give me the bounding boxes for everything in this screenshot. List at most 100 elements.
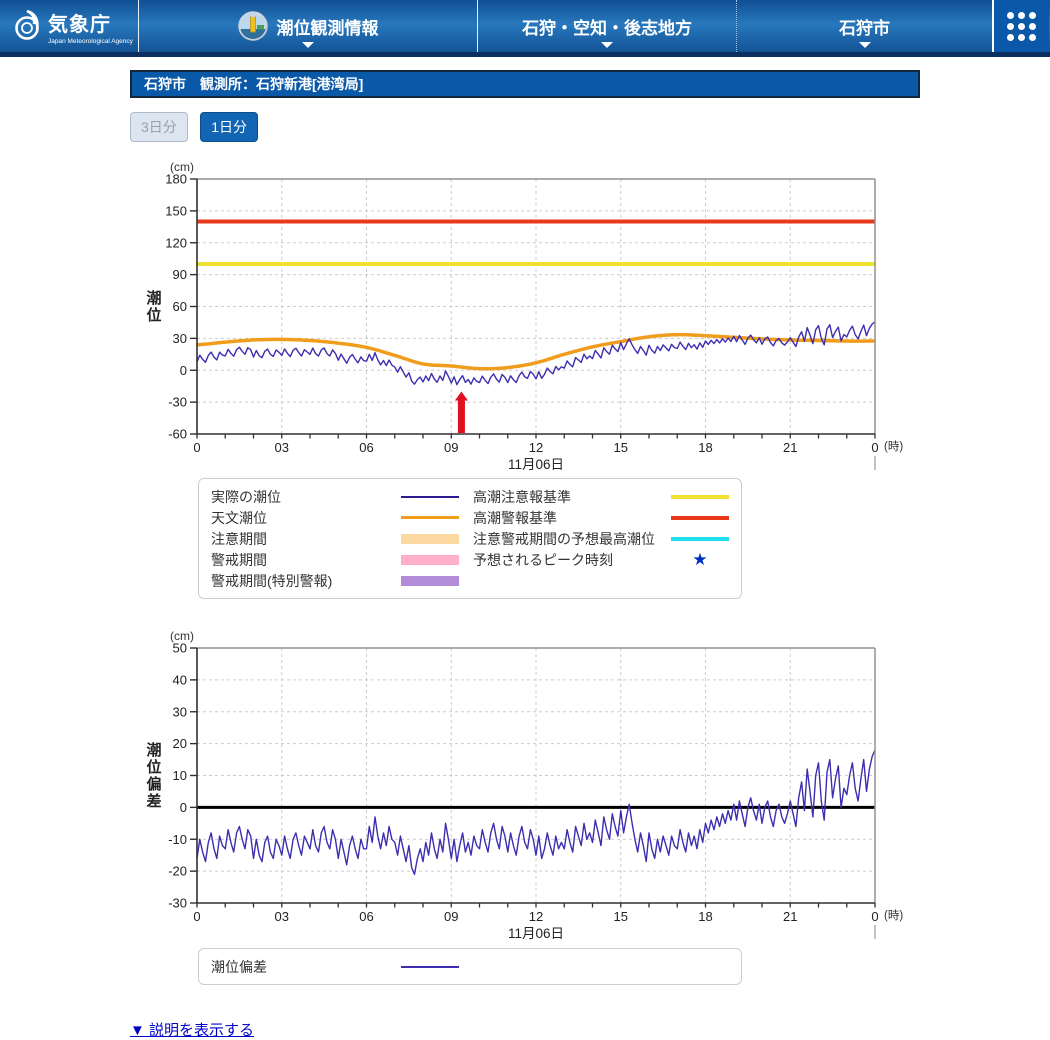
y-axis-title-char: 位	[146, 306, 161, 324]
nav-tide-observation-label: 潮位観測情報	[277, 14, 379, 39]
y-tick-label: 0	[180, 363, 187, 378]
x-tick-label: 0	[193, 440, 200, 455]
legend-item: 警戒期間	[211, 550, 459, 569]
legend-label: 警戒期間(特別警報)	[211, 571, 401, 591]
jma-logo-title: 気象庁	[48, 8, 133, 37]
y-tick-label: 40	[173, 672, 187, 687]
y-axis-title-char: 偏	[146, 775, 161, 793]
y-tick-label: -60	[168, 427, 187, 442]
chevron-down-icon	[859, 42, 871, 48]
x-tick-label: 21	[783, 909, 797, 924]
range-1day-button[interactable]: 1日分	[200, 112, 258, 142]
nav-region-selector[interactable]: 石狩・空知・後志地方	[478, 0, 737, 52]
jma-logo-icon	[8, 6, 48, 46]
x-tick-label: 09	[444, 440, 458, 455]
legend-item: 注意期間	[211, 529, 459, 548]
tide-gauge-icon	[238, 11, 268, 41]
deviation-swatch	[401, 966, 459, 968]
station-title-text: 石狩市 観測所：石狩新港[港湾局]	[144, 74, 363, 94]
y-unit-label: (cm)	[170, 160, 194, 174]
legend-item: 高潮警報基準	[473, 508, 729, 527]
show-description-link[interactable]: ▼ 説明を表示する	[130, 1019, 254, 1040]
legend-label: 実際の潮位	[211, 487, 401, 507]
legend-item: 高潮注意報基準	[473, 487, 729, 506]
legend-label: 注意警戒期間の予想最高潮位	[473, 529, 671, 549]
peak-time-star-icon: ★	[671, 551, 729, 568]
station-title-bar: 石狩市 観測所：石狩新港[港湾局]	[130, 70, 920, 98]
legend-item: 潮位偏差	[211, 957, 459, 976]
legend-item: 予想されるピーク時刻★	[473, 550, 729, 569]
emergency-period-swatch	[401, 576, 459, 586]
nav-region-label: 石狩・空知・後志地方	[522, 14, 692, 39]
y-tick-label: -30	[168, 896, 187, 911]
advisory-threshold-swatch	[671, 495, 729, 499]
top-navbar: 気象庁 Japan Meteorological Agency 潮位観測情報 石…	[0, 0, 1050, 57]
x-tick-label: 03	[275, 440, 289, 455]
legend-label: 潮位偏差	[211, 957, 401, 977]
y-tick-label: 90	[173, 267, 187, 282]
warning-period-swatch	[401, 555, 459, 565]
legend-label: 予想されるピーク時刻	[473, 550, 671, 570]
legend-item: 注意警戒期間の予想最高潮位	[473, 529, 729, 548]
y-tick-label: 150	[165, 203, 187, 218]
x-tick-label: 12	[529, 909, 543, 924]
jma-logo[interactable]: 気象庁 Japan Meteorological Agency	[0, 0, 139, 52]
chevron-down-icon	[302, 42, 314, 48]
date-label: 11月06日	[508, 457, 564, 471]
legend-label: 高潮注意報基準	[473, 487, 671, 507]
x-tick-label: 21	[783, 440, 797, 455]
date-label: 11月06日	[508, 926, 564, 940]
y-axis-title-char: 潮	[146, 741, 161, 759]
x-tick-label: 18	[698, 909, 712, 924]
y-tick-label: -20	[168, 864, 187, 879]
x-tick-label: 0	[193, 909, 200, 924]
grid-menu-button[interactable]	[992, 0, 1049, 52]
legend-label: 警戒期間	[211, 550, 401, 570]
x-tick-label: 18	[698, 440, 712, 455]
nav-city-selector[interactable]: 石狩市	[737, 0, 992, 52]
tide-level-legend: 実際の潮位 天文潮位 注意期間 警戒期間 警戒期間(特別警報) 高潮注意報基準 …	[198, 478, 742, 599]
y-tick-label: 0	[180, 800, 187, 815]
chevron-down-icon	[601, 42, 613, 48]
y-tick-label: 60	[173, 299, 187, 314]
y-tick-label: -10	[168, 832, 187, 847]
x-unit-label: (時)	[884, 909, 903, 922]
x-tick-label: 09	[444, 909, 458, 924]
y-tick-label: 30	[173, 331, 187, 346]
warning-threshold-swatch	[671, 516, 729, 520]
y-tick-label: 10	[173, 768, 187, 783]
legend-label: 高潮警報基準	[473, 508, 671, 528]
nav-city-label: 石狩市	[839, 14, 890, 39]
y-tick-label: 20	[173, 736, 187, 751]
x-tick-label: 06	[359, 440, 373, 455]
y-axis-title-char: 潮	[146, 289, 161, 307]
x-tick-label: 15	[614, 909, 628, 924]
nav-tide-observation-info[interactable]: 潮位観測情報	[139, 0, 478, 52]
x-tick-label: 15	[614, 440, 628, 455]
x-tick-label: 06	[359, 909, 373, 924]
legend-item: 実際の潮位	[211, 487, 459, 506]
range-button-row: 3日分 1日分	[130, 112, 1050, 142]
y-axis-title-char: 差	[146, 792, 161, 810]
y-tick-label: -30	[168, 395, 187, 410]
forecast-max-swatch	[671, 537, 729, 541]
y-tick-label: 120	[165, 235, 187, 250]
tide-deviation-chart: 50403020100-10-20-300030609121518210(cm)…	[140, 625, 910, 940]
legend-item: 天文潮位	[211, 508, 459, 527]
jma-logo-subtitle: Japan Meteorological Agency	[48, 38, 133, 45]
legend-label: 天文潮位	[211, 508, 401, 528]
range-3day-button[interactable]: 3日分	[130, 112, 188, 142]
actual-tide-swatch	[401, 496, 459, 498]
x-unit-label: (時)	[884, 440, 903, 453]
header-bottom-strip	[0, 52, 1050, 57]
x-tick-label: 12	[529, 440, 543, 455]
x-tick-label: 0	[871, 909, 878, 924]
y-axis-title-char: 位	[146, 758, 161, 776]
legend-label: 注意期間	[211, 529, 401, 549]
astronomical-tide-swatch	[401, 516, 459, 519]
legend-item: 警戒期間(特別警報)	[211, 571, 459, 590]
y-tick-label: 30	[173, 704, 187, 719]
caution-period-swatch	[401, 534, 459, 544]
x-tick-label: 0	[871, 440, 878, 455]
x-tick-label: 03	[275, 909, 289, 924]
